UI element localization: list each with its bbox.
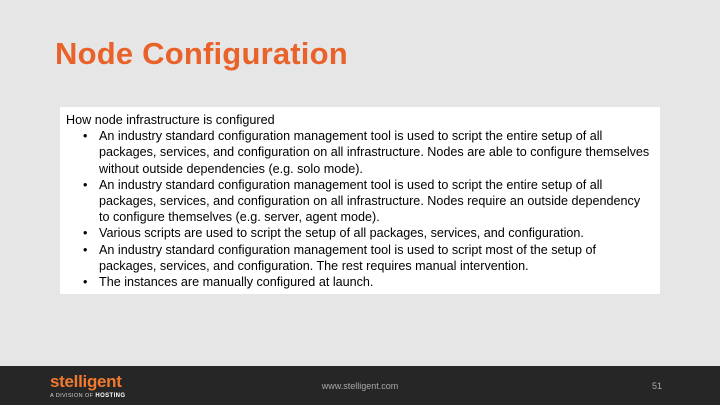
bullet-icon: • <box>83 242 88 257</box>
list-item-text: Various scripts are used to script the s… <box>99 226 584 241</box>
bullet-icon: • <box>83 275 88 290</box>
list-item-text: An industry standard configuration manag… <box>99 129 650 176</box>
content-heading: How node infrastructure is configured <box>66 113 275 127</box>
list-item: • An industry standard configuration man… <box>66 128 654 177</box>
list-item: • An industry standard configuration man… <box>66 242 654 274</box>
content-box: How node infrastructure is configured • … <box>60 107 660 294</box>
bullet-icon: • <box>83 226 88 241</box>
slide: Node Configuration How node infrastructu… <box>0 0 720 405</box>
bullet-icon: • <box>83 177 88 192</box>
list-item-text: The instances are manually configured at… <box>99 275 374 290</box>
list-item: • An industry standard configuration man… <box>66 177 654 226</box>
page-number: 51 <box>652 381 663 391</box>
logo-tagline-brand: HOSTING <box>95 393 126 399</box>
footer-url: www.stelligent.com <box>321 381 399 391</box>
bullet-list: • An industry standard configuration man… <box>66 128 654 290</box>
bullet-icon: • <box>83 129 88 144</box>
list-item: • Various scripts are used to script the… <box>66 225 654 241</box>
slide-title: Node Configuration <box>55 36 348 71</box>
logo-tagline-prefix: A DIVISION OF <box>50 393 94 399</box>
list-item-text: An industry standard configuration manag… <box>99 177 641 225</box>
list-item-text: An industry standard configuration manag… <box>99 242 597 273</box>
list-item: • The instances are manually configured … <box>66 274 654 290</box>
logo-tagline: A DIVISION OF HOSTING <box>50 393 125 399</box>
